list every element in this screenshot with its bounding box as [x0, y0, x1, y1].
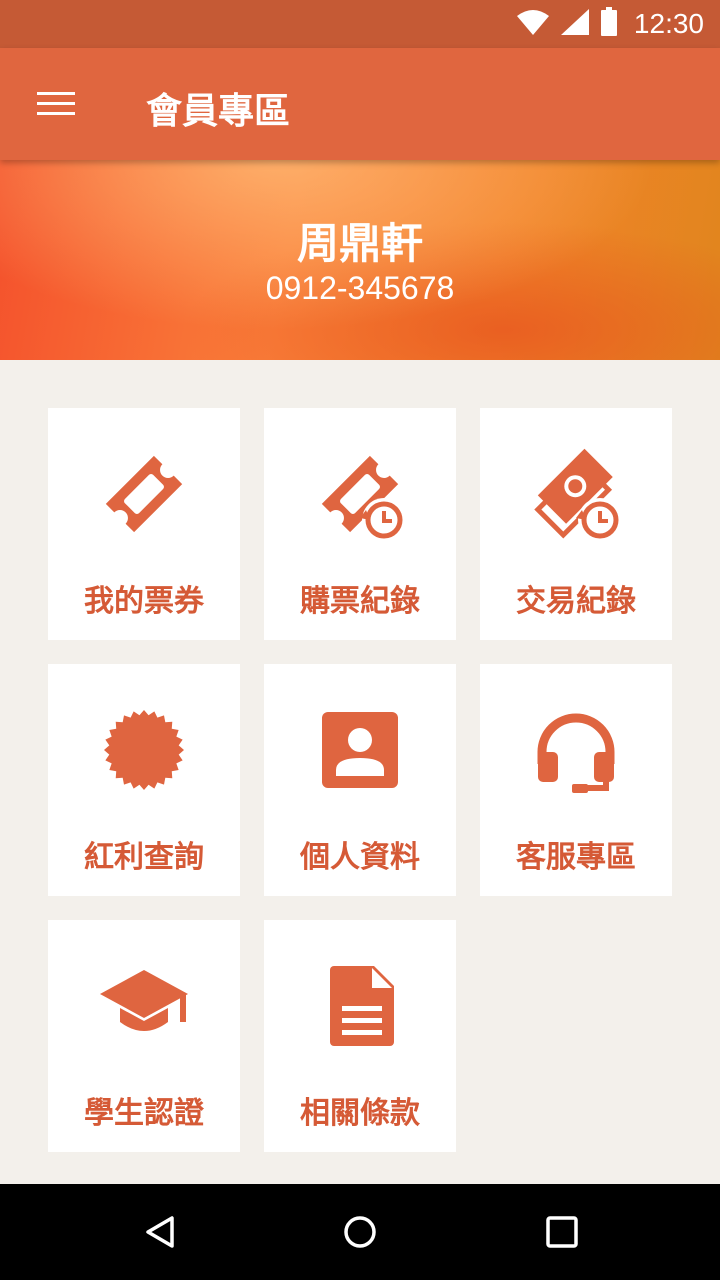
status-bar: 12:30: [0, 0, 720, 48]
profile-header: 周鼎軒 0912-345678: [0, 160, 720, 360]
tile-label: 相關條款: [300, 1096, 420, 1131]
tile-customer-service[interactable]: 客服專區: [480, 664, 672, 896]
recents-button[interactable]: [522, 1204, 602, 1260]
contact-card-icon: [322, 712, 398, 788]
back-button[interactable]: [120, 1204, 200, 1260]
recents-icon: [546, 1216, 578, 1248]
home-button[interactable]: [320, 1204, 400, 1260]
badge-icon: [104, 710, 184, 790]
tile-label: 個人資料: [300, 840, 420, 875]
document-icon: [330, 966, 394, 1046]
tile-student-verification[interactable]: 學生認證: [48, 920, 240, 1152]
headset-icon: [537, 713, 615, 793]
tile-my-tickets[interactable]: 我的票券: [48, 408, 240, 640]
tile-transaction-history[interactable]: 交易紀錄: [480, 408, 672, 640]
tile-label: 購票紀錄: [300, 584, 420, 619]
tile-label: 紅利查詢: [84, 840, 204, 875]
navigation-bar: [0, 1184, 720, 1280]
tile-label: 客服專區: [516, 840, 636, 875]
wifi-icon: [516, 8, 550, 40]
tile-terms[interactable]: 相關條款: [264, 920, 456, 1152]
home-icon: [344, 1216, 376, 1248]
tile-ticket-history[interactable]: 購票紀錄: [264, 408, 456, 640]
menu-button[interactable]: [24, 76, 88, 132]
menu-icon: [37, 92, 75, 115]
page-title: 會員專區: [146, 91, 291, 132]
tile-bonus-points[interactable]: 紅利查詢: [48, 664, 240, 896]
tile-label: 交易紀錄: [516, 584, 636, 619]
graduation-cap-icon: [100, 970, 188, 1031]
app-bar: 會員專區: [0, 48, 720, 160]
battery-icon: [600, 7, 618, 41]
member-phone: 0912-345678: [265, 270, 455, 306]
tile-label: 學生認證: [84, 1096, 204, 1131]
transaction-history-icon: [534, 448, 622, 542]
signal-icon: [560, 8, 590, 40]
ticket-icon: [105, 455, 183, 533]
tile-personal-info[interactable]: 個人資料: [264, 664, 456, 896]
back-icon: [146, 1216, 174, 1248]
member-name: 周鼎軒: [296, 219, 423, 268]
ticket-history-icon: [321, 455, 406, 542]
tile-label: 我的票券: [84, 584, 204, 619]
status-time: 12:30: [633, 8, 704, 39]
